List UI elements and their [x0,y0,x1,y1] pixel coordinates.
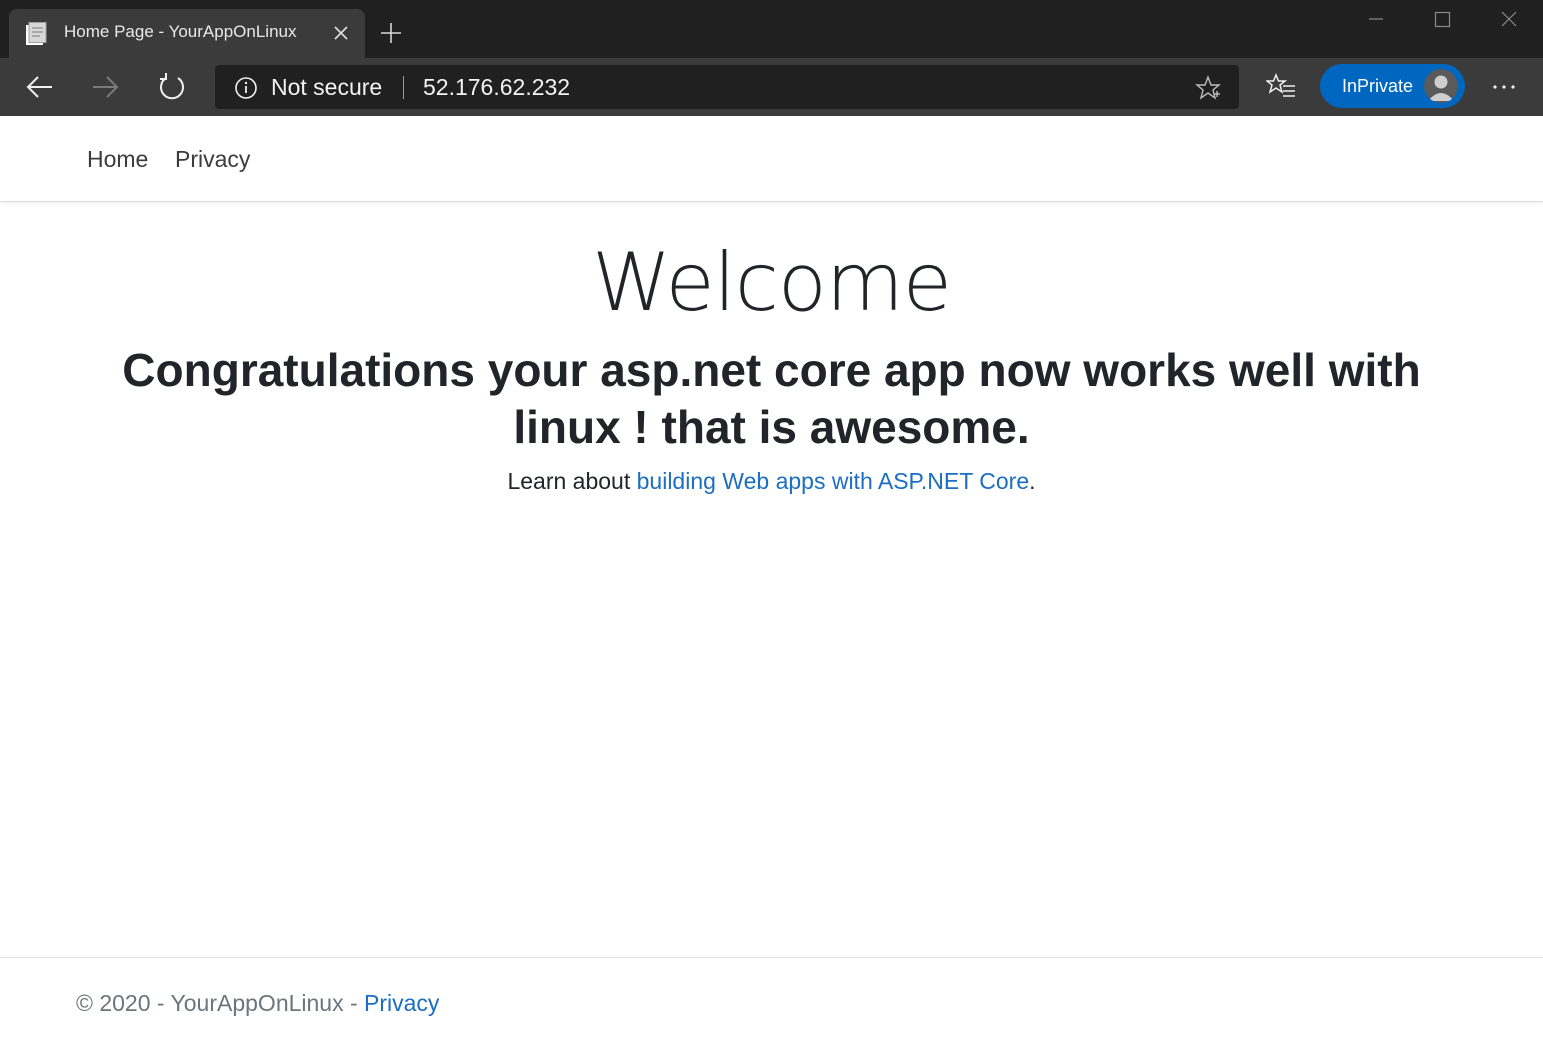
learn-paragraph: Learn about building Web apps with ASP.N… [0,468,1543,495]
more-icon[interactable] [1488,73,1520,101]
learn-suffix: . [1029,468,1036,494]
nav-home-link[interactable]: Home [87,146,148,173]
welcome-heading: Welcome [592,236,952,329]
avatar [1424,69,1458,103]
back-arrow-icon[interactable] [23,70,57,104]
window-close-icon[interactable] [1478,4,1538,34]
footer-divider [0,957,1543,958]
browser-toolbar: Not secure 52.176.62.232 InPrivate [0,58,1543,116]
star-icon[interactable] [1195,75,1221,101]
aspnet-docs-link[interactable]: building Web apps with ASP.NET Core [637,468,1030,494]
browser-tab[interactable]: Home Page - YourAppOnLinux [9,9,365,58]
browser-titlebar: Home Page - YourAppOnLinux [0,0,1543,58]
footer-copyright: © 2020 - YourAppOnLinux - [76,990,365,1016]
forward-arrow-icon[interactable] [88,70,122,104]
minimize-icon[interactable] [1346,4,1406,34]
security-status[interactable]: Not secure [271,74,382,101]
address-bar[interactable]: Not secure 52.176.62.232 [215,65,1239,109]
inprivate-label: InPrivate [1342,76,1414,96]
close-icon[interactable] [331,23,351,43]
address-separator [403,76,404,99]
reload-icon[interactable] [155,70,189,104]
info-icon[interactable] [234,76,258,100]
footer-privacy-link[interactable]: Privacy [364,990,439,1016]
nav-privacy-link[interactable]: Privacy [175,146,250,173]
favorites-icon[interactable] [1266,71,1296,101]
congrats-heading: Congratulations your asp.net core app no… [122,344,1421,453]
inprivate-button[interactable]: InPrivate [1320,64,1465,108]
footer: © 2020 - YourAppOnLinux - Privacy [76,990,439,1017]
tab-title: Home Page - YourAppOnLinux [64,22,297,41]
page-favicon-icon [26,22,47,45]
plus-icon[interactable] [379,21,403,45]
learn-prefix: Learn about [507,468,637,494]
site-navbar: Home Privacy [0,116,1543,202]
url-text[interactable]: 52.176.62.232 [423,74,570,101]
maximize-icon[interactable] [1412,4,1472,34]
